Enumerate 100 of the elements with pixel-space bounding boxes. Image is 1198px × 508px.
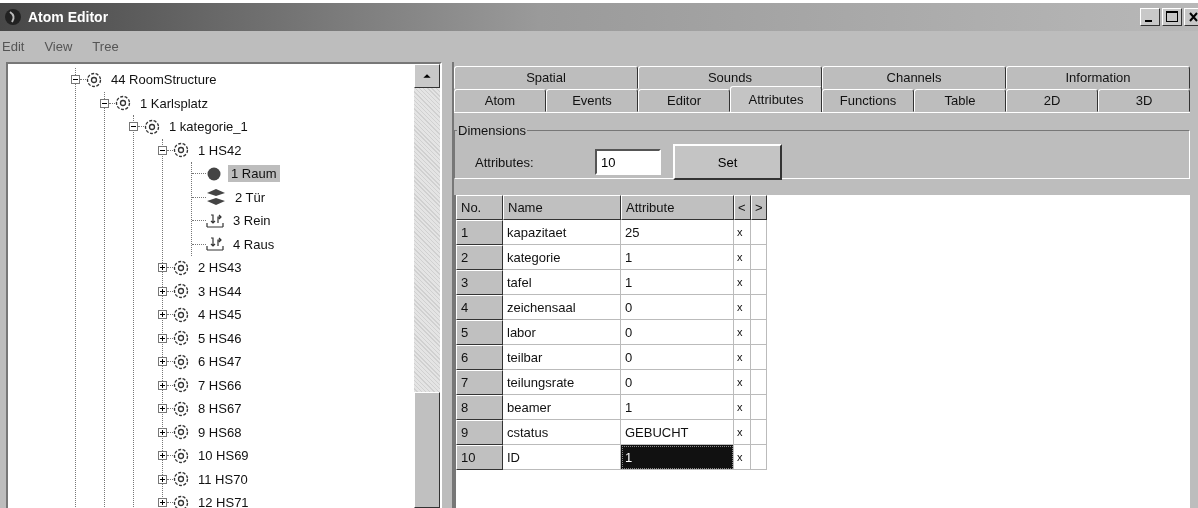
node-label[interactable]: 6 HS47 [195, 353, 245, 371]
column-header[interactable]: Name [503, 195, 621, 220]
in-out-arrows-icon [206, 237, 224, 252]
row-header[interactable]: 7 [456, 370, 503, 395]
collapse-icon[interactable] [71, 75, 80, 85]
expand-icon[interactable] [158, 427, 167, 437]
node-label[interactable]: 10 HS69 [195, 447, 252, 465]
row-header[interactable]: 6 [456, 345, 503, 370]
maximize-icon[interactable] [1162, 8, 1182, 26]
expand-icon[interactable] [158, 357, 167, 367]
tab[interactable]: Channels [822, 66, 1006, 89]
expand-icon[interactable] [158, 286, 167, 296]
table-cell: x [734, 420, 751, 445]
menu-item[interactable]: Tree [92, 39, 119, 54]
row-header[interactable]: 3 [456, 270, 503, 295]
expand-icon[interactable] [158, 404, 167, 414]
row-header[interactable]: 4 [456, 295, 503, 320]
node-label[interactable]: 11 HS70 [195, 470, 251, 488]
node-label[interactable]: 7 HS66 [195, 376, 245, 394]
table-cell[interactable]: 1 [621, 445, 734, 470]
node-label[interactable]: 2 HS43 [195, 259, 245, 277]
row-header[interactable]: 1 [456, 220, 503, 245]
row-header[interactable]: 9 [456, 420, 503, 445]
row-header[interactable]: 5 [456, 320, 503, 345]
table-cell: x [734, 220, 751, 245]
empty-cell [751, 270, 767, 295]
scroll-up-icon[interactable] [414, 64, 440, 88]
tab[interactable]: Table [914, 89, 1006, 112]
tab[interactable]: Functions [822, 89, 914, 112]
menu-item[interactable]: Edit [2, 39, 25, 54]
empty-cell [751, 345, 767, 370]
expand-icon[interactable] [158, 380, 167, 390]
node-label[interactable]: 44 RoomStructure [108, 71, 220, 89]
expand-icon[interactable] [158, 310, 167, 320]
node-label[interactable]: 9 HS68 [195, 423, 245, 441]
column-scroll-button[interactable]: < [734, 195, 751, 220]
column-header[interactable]: No. [456, 195, 503, 220]
node-label[interactable]: 4 Raus [230, 235, 278, 253]
column-header[interactable]: Attribute [621, 195, 734, 220]
empty-cell [751, 445, 767, 470]
table-cell[interactable]: 0 [621, 320, 734, 345]
gear-ring-icon [173, 330, 189, 347]
table-cell[interactable]: 1 [621, 245, 734, 270]
expand-icon[interactable] [158, 474, 167, 484]
table-cell[interactable]: 0 [621, 295, 734, 320]
tab[interactable]: 3D [1098, 89, 1190, 112]
tab[interactable]: Sounds [638, 66, 822, 89]
table-cell[interactable]: 1 [621, 395, 734, 420]
collapse-icon[interactable] [100, 98, 109, 108]
table-cell[interactable]: 0 [621, 345, 734, 370]
expand-icon[interactable] [158, 333, 167, 343]
gear-ring-icon [173, 306, 189, 323]
row-header[interactable]: 2 [456, 245, 503, 270]
table-cell[interactable]: 25 [621, 220, 734, 245]
attributes-input[interactable]: 10 [595, 149, 661, 175]
node-label[interactable]: 1 Raum [228, 165, 280, 183]
node-label[interactable]: 2 Tür [232, 188, 269, 206]
tab[interactable]: Attributes [730, 86, 822, 112]
expand-icon[interactable] [158, 263, 167, 273]
column-scroll-button[interactable]: > [751, 195, 767, 220]
set-button[interactable]: Set [673, 144, 782, 180]
gear-ring-icon [173, 142, 189, 159]
expand-icon[interactable] [158, 451, 167, 461]
row-header[interactable]: 10 [456, 445, 503, 470]
node-label[interactable]: 3 Rein [230, 212, 274, 230]
tab[interactable]: Information [1006, 66, 1190, 89]
node-label[interactable]: 8 HS67 [195, 400, 245, 418]
tab[interactable]: Spatial [454, 66, 638, 89]
expand-icon[interactable] [158, 498, 167, 508]
row-header[interactable]: 8 [456, 395, 503, 420]
gear-ring-icon [173, 447, 189, 464]
gear-ring-icon [173, 353, 189, 370]
node-label[interactable]: 5 HS46 [195, 329, 245, 347]
table-cell[interactable]: 0 [621, 370, 734, 395]
table-cell: kapazitaet [503, 220, 621, 245]
tab[interactable]: Atom [454, 89, 546, 112]
gear-ring-icon [173, 471, 189, 488]
collapse-icon[interactable] [158, 145, 167, 155]
menu-item[interactable]: View [44, 39, 73, 54]
node-label[interactable]: 12 HS71 [195, 494, 252, 508]
tab[interactable]: Events [546, 89, 638, 112]
table-cell: labor [503, 320, 621, 345]
gear-ring-icon [173, 424, 189, 441]
tab[interactable]: 2D [1006, 89, 1098, 112]
table-cell: x [734, 320, 751, 345]
gear-ring-icon [173, 377, 189, 394]
group-title: Dimensions [457, 123, 527, 138]
scrollbar[interactable] [414, 64, 440, 508]
table-cell[interactable]: 1 [621, 270, 734, 295]
gear-ring-icon [144, 118, 160, 135]
collapse-icon[interactable] [129, 122, 138, 132]
tab[interactable]: Editor [638, 89, 730, 112]
node-label[interactable]: 4 HS45 [195, 306, 245, 324]
minimize-icon[interactable] [1140, 8, 1160, 26]
node-label[interactable]: 3 HS44 [195, 282, 245, 300]
node-label[interactable]: 1 kategorie_1 [166, 118, 251, 136]
node-label[interactable]: 1 Karlsplatz [137, 94, 211, 112]
close-icon[interactable] [1184, 8, 1198, 26]
node-label[interactable]: 1 HS42 [195, 141, 245, 159]
table-cell: x [734, 445, 751, 470]
